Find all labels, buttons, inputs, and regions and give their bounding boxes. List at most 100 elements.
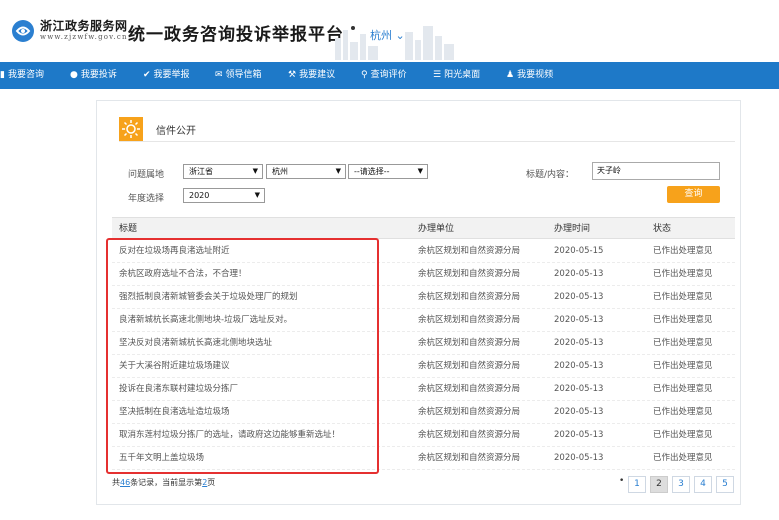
table-row[interactable]: 余杭区政府选址不合法，不合理！ 余杭区规划和自然资源分局 2020-05-13 … (112, 263, 735, 286)
row-title[interactable]: 强烈抵制良渚新城管委会关于垃圾处理厂的规划 (119, 286, 298, 309)
nav-label: 我要建议 (299, 70, 336, 80)
row-status: 已作出处理意见 (653, 292, 713, 302)
page-button-4[interactable]: 4 (694, 476, 712, 493)
keyword-label: 标题/内容： (526, 170, 575, 180)
row-dept: 余杭区规划和自然资源分局 (418, 246, 521, 256)
table-row[interactable]: 五千年文明上盖垃圾场 余杭区规划和自然资源分局 2020-05-13 已作出处理… (112, 447, 735, 470)
dropdown-arrow-icon: ▼ (417, 167, 423, 175)
nav-item-leader-mailbox[interactable]: ✉ 领导信箱 (215, 62, 262, 89)
page-button-1[interactable]: 1 (628, 476, 646, 493)
user-icon: ● (70, 70, 78, 80)
mail-icon: ✉ (215, 70, 223, 80)
keyword-input[interactable]: 天子岭 (592, 162, 720, 180)
search-icon: ⚲ (361, 70, 368, 80)
city-select[interactable]: 杭州 ▼ (266, 164, 346, 179)
section-title: 信件公开 (156, 126, 196, 137)
section-header (119, 118, 735, 142)
query-button[interactable]: 查询 (667, 186, 720, 203)
nav-label: 阳光桌面 (444, 70, 481, 80)
wand-icon: ⚒ (288, 70, 297, 80)
page-button-5[interactable]: 5 (716, 476, 734, 493)
province-value: 浙江省 (189, 167, 213, 176)
row-title[interactable]: 取消东莲村垃圾分拣厂的选址，请政府这边能够重新选址！ (119, 424, 340, 447)
city-switcher[interactable]: 杭州 ⌄ (370, 27, 405, 43)
nav-item-complaint[interactable]: ● 我要投诉 (70, 62, 117, 89)
table-row[interactable]: 反对在垃圾场再良渚选址附近 余杭区规划和自然资源分局 2020-05-15 已作… (112, 240, 735, 263)
column-header-time: 办理时间 (554, 224, 591, 234)
row-title[interactable]: 投诉在良渚东联村建垃圾分拣厂 (119, 378, 238, 401)
page-button-2[interactable]: 2 (650, 476, 668, 493)
column-header-title: 标题 (119, 224, 138, 234)
row-title[interactable]: 五千年文明上盖垃圾场 (119, 447, 204, 470)
row-status: 已作出处理意见 (653, 269, 713, 279)
row-dept: 余杭区规划和自然资源分局 (418, 453, 521, 463)
nav-label: 我要咨询 (7, 70, 44, 80)
row-title[interactable]: 反对在垃圾场再良渚选址附近 (119, 240, 230, 263)
table-row[interactable]: 投诉在良渚东联村建垃圾分拣厂 余杭区规划和自然资源分局 2020-05-13 已… (112, 378, 735, 401)
row-dept: 余杭区规划和自然资源分局 (418, 430, 521, 440)
site-name[interactable]: 浙江政务服务网 (40, 17, 128, 34)
nav-label: 我要举报 (153, 70, 190, 80)
table-row[interactable]: 良渚新城杭长高速北侧地块-垃圾厂选址反对。 余杭区规划和自然资源分局 2020-… (112, 309, 735, 332)
row-status: 已作出处理意见 (653, 407, 713, 417)
record-summary: 共46条记录，当前显示第2页 (112, 477, 215, 488)
row-time: 2020-05-13 (554, 315, 604, 325)
column-header-status: 状态 (653, 224, 672, 234)
total-count: 46 (120, 478, 131, 487)
nav-item-sunshine-desktop[interactable]: ☰ 阳光桌面 (433, 62, 480, 89)
row-title[interactable]: 坚决反对良渚新城杭长高速北侧地块选址 (119, 332, 272, 355)
row-status: 已作出处理意见 (653, 315, 713, 325)
province-select[interactable]: 浙江省 ▼ (183, 164, 263, 179)
check-icon: ✔ (143, 70, 151, 80)
nav-label: 领导信箱 (225, 70, 262, 80)
table-row[interactable]: 坚决反对良渚新城杭长高速北侧地块选址 余杭区规划和自然资源分局 2020-05-… (112, 332, 735, 355)
row-title[interactable]: 坚决抵制在良渚选址造垃圾场 (119, 401, 230, 424)
nav-label: 我要视频 (517, 70, 554, 80)
table-row[interactable]: 坚决抵制在良渚选址造垃圾场 余杭区规划和自然资源分局 2020-05-13 已作… (112, 401, 735, 424)
logo-icon[interactable] (12, 20, 34, 42)
year-select[interactable]: 2020 ▼ (183, 188, 265, 203)
district-select[interactable]: --请选择-- ▼ (348, 164, 428, 179)
page-button-3[interactable]: 3 (672, 476, 690, 493)
row-title[interactable]: 良渚新城杭长高速北侧地块-垃圾厂选址反对。 (119, 309, 292, 332)
row-title[interactable]: 关于大溪谷附近建垃圾场建议 (119, 355, 230, 378)
separator-dot (351, 26, 355, 30)
nav-item-query-evaluation[interactable]: ⚲ 查询评价 (361, 62, 407, 89)
row-dept: 余杭区规划和自然资源分局 (418, 269, 521, 279)
row-time: 2020-05-13 (554, 338, 604, 348)
row-dept: 余杭区规划和自然资源分局 (418, 361, 521, 371)
year-value: 2020 (189, 191, 210, 200)
row-title[interactable]: 余杭区政府选址不合法，不合理！ (119, 263, 247, 286)
table-header: 标题 办理单位 办理时间 状态 (112, 217, 735, 239)
row-time: 2020-05-13 (554, 292, 604, 302)
main-nav: ▮ 我要咨询 ● 我要投诉 ✔ 我要举报 ✉ 领导信箱 ⚒ 我要建议 ⚲ 查询评价 ☰ 阳光桌… (0, 62, 779, 89)
row-time: 2020-05-15 (554, 246, 604, 256)
file-icon: ▮ (0, 70, 5, 80)
dropdown-arrow-icon: ▼ (252, 167, 258, 175)
row-status: 已作出处理意见 (653, 361, 713, 371)
nav-label: 我要投诉 (80, 70, 117, 80)
site-url: www.zjzwfw.gov.cn (40, 33, 128, 41)
row-dept: 余杭区规划和自然资源分局 (418, 338, 521, 348)
table-row[interactable]: 强烈抵制良渚新城管委会关于垃圾处理厂的规划 余杭区规划和自然资源分局 2020-… (112, 286, 735, 309)
people-icon: ♟ (506, 70, 515, 80)
nav-item-report[interactable]: ✔ 我要举报 (143, 62, 190, 89)
total-prefix: 共 (112, 478, 120, 487)
row-status: 已作出处理意见 (653, 430, 713, 440)
nav-item-suggestion[interactable]: ⚒ 我要建议 (288, 62, 335, 89)
city-label: 杭州 (370, 29, 392, 42)
row-status: 已作出处理意见 (653, 338, 713, 348)
table-row[interactable]: 取消东莲村垃圾分拣厂的选址，请政府这边能够重新选址！ 余杭区规划和自然资源分局 … (112, 424, 735, 447)
pager-dot: • (619, 476, 625, 486)
nav-item-consult[interactable]: ▮ 我要咨询 (0, 62, 44, 89)
row-time: 2020-05-13 (554, 361, 604, 371)
city-value: 杭州 (272, 167, 288, 176)
dropdown-arrow-icon: ▼ (254, 191, 260, 199)
row-dept: 余杭区规划和自然资源分局 (418, 384, 521, 394)
sun-icon (119, 117, 143, 141)
year-label: 年度选择 (128, 194, 165, 204)
table-row[interactable]: 关于大溪谷附近建垃圾场建议 余杭区规划和自然资源分局 2020-05-13 已作… (112, 355, 735, 378)
nav-item-video[interactable]: ♟ 我要视频 (506, 62, 553, 89)
region-label: 问题属地 (128, 170, 165, 180)
row-dept: 余杭区规划和自然资源分局 (418, 292, 521, 302)
